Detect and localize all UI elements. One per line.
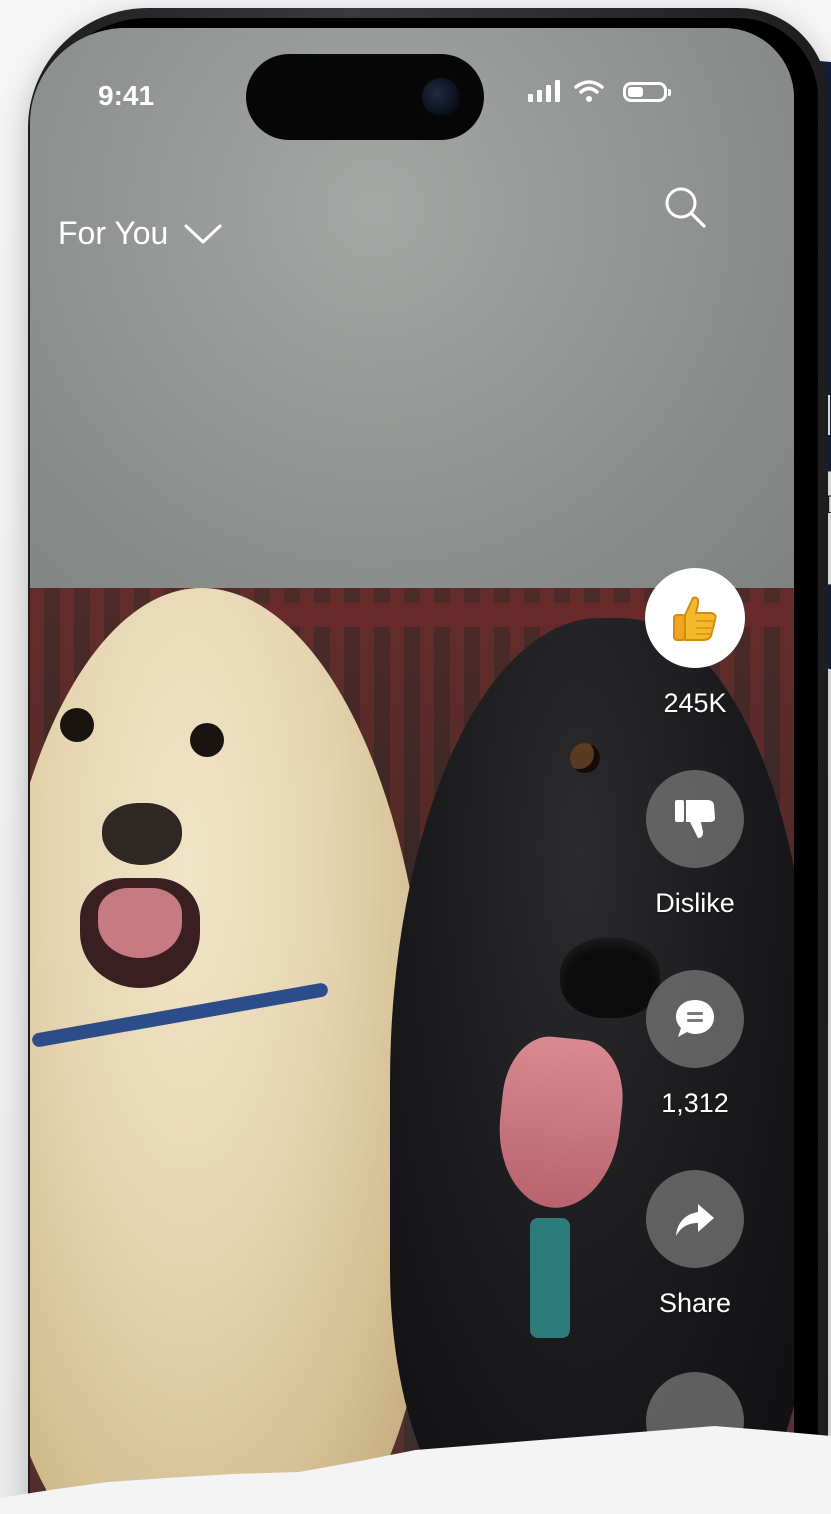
comment-count: 1,312 — [661, 1088, 729, 1118]
chat-bubble-icon — [676, 1000, 714, 1037]
black-dog-tag — [530, 1218, 570, 1338]
share-label: Share — [658, 1288, 732, 1318]
battery-fill — [628, 87, 643, 97]
search-icon[interactable] — [660, 182, 708, 230]
thumbs-down-icon — [675, 800, 715, 838]
comment-button[interactable] — [646, 970, 744, 1068]
feed-selector-label: For You — [58, 215, 169, 251]
dislike-label: Dislike — [655, 888, 735, 918]
signal-bar-3 — [546, 85, 551, 102]
wifi-icon — [574, 80, 604, 102]
black-dog-tongue — [491, 1032, 629, 1214]
share-arrow-icon — [676, 1204, 714, 1236]
status-icons — [528, 76, 678, 106]
dislike-action: Dislike — [645, 770, 745, 919]
like-action: 245K — [645, 568, 745, 719]
comment-action: 1,312 — [645, 970, 745, 1119]
share-action: Share — [645, 1170, 745, 1319]
signal-bar-1 — [528, 94, 533, 102]
white-dog-eye-left — [60, 708, 94, 742]
signal-bar-4 — [555, 80, 560, 102]
stage: T a 9:41 — [0, 0, 831, 1514]
battery-icon — [623, 82, 671, 102]
battery-tip — [668, 89, 671, 96]
dynamic-island — [246, 54, 484, 140]
dislike-button[interactable] — [646, 770, 744, 868]
like-count: 245K — [663, 688, 727, 718]
share-button[interactable] — [646, 1170, 744, 1268]
chevron-down-icon — [184, 224, 222, 243]
signal-bar-2 — [537, 90, 542, 102]
front-camera-icon — [422, 78, 460, 116]
black-dog-eye — [570, 743, 600, 773]
thumbs-up-emoji-icon — [673, 596, 717, 641]
white-dog-collar — [31, 982, 329, 1048]
white-dog-tongue — [98, 888, 182, 958]
like-button[interactable] — [645, 568, 745, 668]
status-time: 9:41 — [98, 80, 155, 111]
white-dog-eye-right — [190, 723, 224, 757]
feed-selector-dropdown[interactable]: For You — [58, 215, 222, 252]
white-dog-nose — [102, 803, 182, 865]
